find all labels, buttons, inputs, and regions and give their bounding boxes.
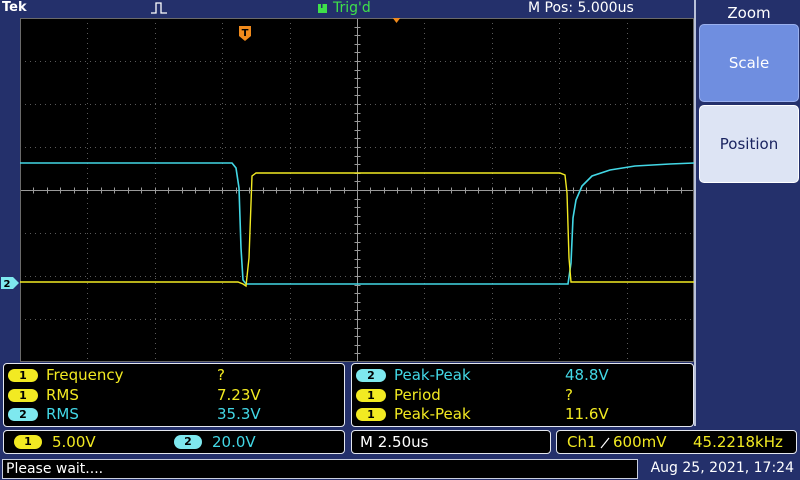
side-menu-title: Zoom (727, 4, 771, 22)
timebase-readout[interactable]: M 2.50us (351, 430, 551, 454)
measurement-row: 1 Period ? (352, 386, 693, 406)
status-message: Please wait.... (2, 459, 638, 479)
measurements-panel-left[interactable]: 1 Frequency ? 1 RMS 7.23V 2 RMS 35.3V (3, 363, 345, 427)
trigger-status-text: Trig'd (333, 0, 371, 16)
trigger-level: 600mV (613, 433, 667, 451)
ch1-badge: 1 (8, 389, 38, 402)
trigger-position-marker[interactable]: T (239, 26, 251, 41)
rising-edge-icon (600, 437, 610, 449)
trigger-indicator-icon (318, 1, 327, 13)
oscilloscope-screen: Tek Trig'd M Pos: 5.000us T 2 (0, 0, 800, 480)
measurement-row: 2 Peak-Peak 48.8V (352, 366, 693, 386)
ch2-badge: 2 (356, 369, 386, 382)
trigger-mode-pulse-icon (151, 2, 167, 14)
measurement-name: Peak-Peak (394, 405, 471, 423)
measurement-name: RMS (46, 386, 79, 404)
measurement-value: 11.6V (565, 405, 609, 423)
trigger-marker-label: T (242, 28, 249, 39)
date-time: Aug 25, 2021, 17:24 (650, 460, 794, 476)
measurement-row: 1 RMS 7.23V (4, 386, 344, 406)
measurement-name: Peak-Peak (394, 366, 471, 384)
zoom-side-menu: Zoom Scale Position (694, 0, 800, 426)
measurement-name: Period (394, 386, 441, 404)
measurement-row: 1 Frequency ? (4, 366, 344, 386)
measurements-panel-right[interactable]: 2 Peak-Peak 48.8V 1 Period ? 1 Peak-Peak… (351, 363, 694, 427)
ch2-trace (20, 162, 694, 285)
measurement-value: ? (217, 366, 225, 384)
waveform-traces: T (20, 18, 694, 288)
measurement-name: RMS (46, 405, 79, 423)
measurement-value: 48.8V (565, 366, 609, 384)
top-status-bar: Tek Trig'd M Pos: 5.000us (0, 0, 694, 18)
ch1-badge: 1 (356, 408, 386, 421)
ch2-badge: 2 (8, 408, 38, 421)
ch1-badge: 1 (8, 369, 38, 382)
measurement-value: 7.23V (217, 386, 261, 404)
trigger-frequency: 45.2218kHz (693, 433, 783, 451)
brand-logo: Tek (2, 0, 27, 15)
scale-button-label: Scale (728, 54, 770, 72)
position-button-label: Position (719, 135, 779, 153)
measurement-row: 2 RMS 35.3V (4, 405, 344, 425)
ch1-trace (20, 172, 694, 288)
message-bar: Please wait.... Aug 25, 2021, 17:24 (0, 456, 800, 480)
measurement-value: 35.3V (217, 405, 261, 423)
measurement-value: ? (565, 386, 573, 404)
scale-button[interactable]: Scale (699, 24, 799, 102)
position-button[interactable]: Position (699, 105, 799, 183)
trigger-readout[interactable]: Ch1 600mV 45.2218kHz (556, 430, 797, 454)
trigger-source: Ch1 (567, 433, 597, 451)
horizontal-position-readout: M Pos: 5.000us (528, 0, 634, 16)
measurement-name: Frequency (46, 366, 124, 384)
measurement-row: 1 Peak-Peak 11.6V (352, 405, 693, 425)
waveform-display[interactable]: T (20, 18, 694, 362)
ch2-scale: 20.0V (212, 433, 256, 451)
ch1-badge: 1 (356, 389, 386, 402)
channel-scales-readout[interactable]: 1 5.00V 2 20.0V (3, 430, 345, 454)
ch1-scale: 5.00V (52, 433, 96, 451)
ch2-badge: 2 (174, 435, 202, 449)
horizontal-center-marker (392, 18, 401, 23)
trigger-status: Trig'd (318, 0, 371, 16)
timebase-value: M 2.50us (360, 433, 429, 451)
ch1-badge: 1 (14, 435, 42, 449)
ch2-marker-label: 2 (4, 279, 11, 290)
ch2-level-marker[interactable]: 2 (0, 276, 20, 290)
